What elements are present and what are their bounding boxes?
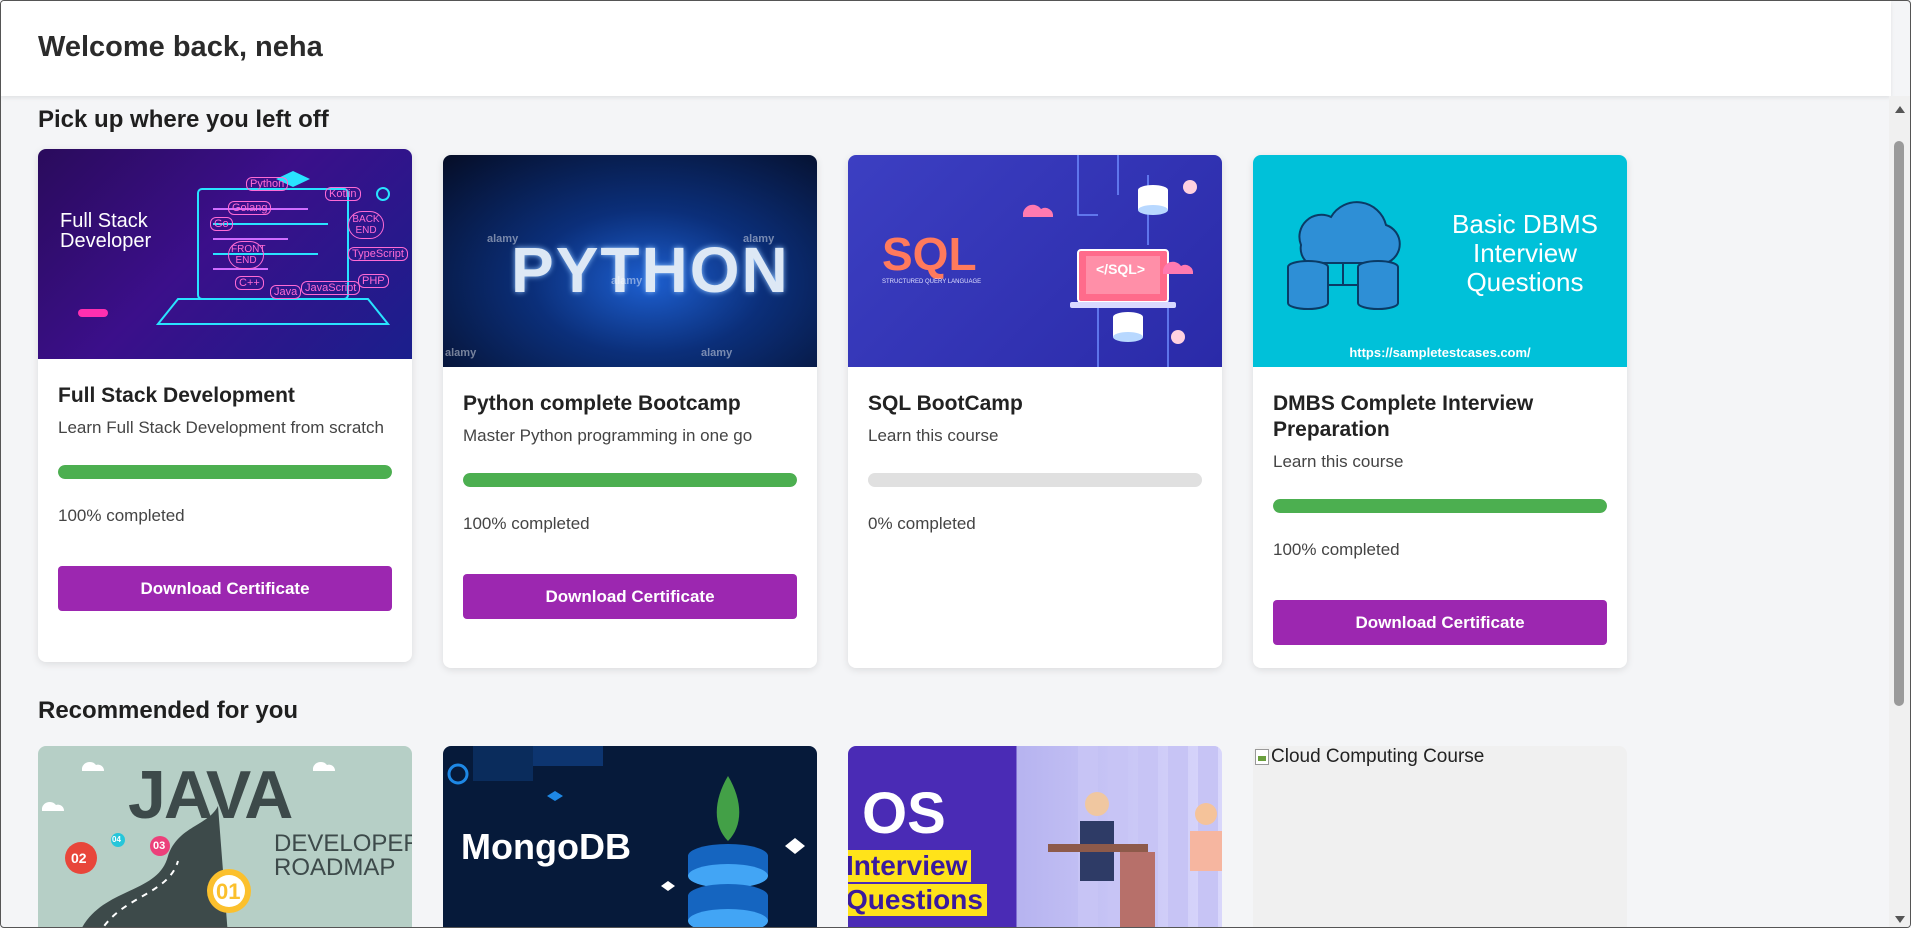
thumb-sub-line: Questions — [848, 884, 987, 916]
vertical-scrollbar[interactable] — [1889, 96, 1910, 927]
recommended-card-mongodb[interactable]: MongoDB — [443, 746, 817, 927]
thumb-heading-line: Questions — [1466, 267, 1584, 297]
roadmap-marker: 02 — [71, 850, 87, 866]
thumb-sub-line: ROADMAP — [274, 854, 396, 881]
app-window: Welcome back, neha Pick up where you lef… — [0, 0, 1911, 928]
progress-fill — [463, 473, 797, 487]
download-certificate-button[interactable]: Download Certificate — [463, 574, 797, 619]
download-certificate-button[interactable]: Download Certificate — [58, 566, 392, 611]
tag: Python — [246, 177, 289, 191]
course-description: Learn this course — [1273, 452, 1404, 471]
thumb-heading-line: Interview — [1472, 238, 1578, 268]
image-alt-text: Cloud Computing Course — [1271, 746, 1485, 767]
roadmap-marker: 01 — [216, 879, 241, 904]
progress-label: 100% completed — [58, 506, 185, 525]
tag: PHP — [358, 274, 389, 288]
card-body: SQL BootCamp Learn this course 0% comple… — [848, 391, 1222, 534]
screen-text: </SQL> — [1096, 261, 1146, 277]
tag: FRONT END — [228, 241, 265, 269]
broken-image-icon — [1255, 749, 1269, 765]
tag: Go — [210, 217, 233, 231]
progress-bar — [463, 473, 797, 487]
thumb-word: MongoDB — [461, 826, 631, 867]
watermark: alamy — [487, 233, 519, 245]
tag: JavaScript — [301, 281, 361, 295]
progress-label: 100% completed — [1273, 540, 1400, 559]
recommended-card-cloud[interactable]: Cloud Computing Course — [1253, 746, 1627, 927]
thumb-sub-line: DEVELOPER — [274, 830, 412, 857]
course-description: Master Python programming in one go — [463, 426, 753, 445]
watermark: alamy — [743, 233, 775, 245]
card-body: DMBS Complete Interview Preparation Lear… — [1253, 391, 1627, 645]
course-thumbnail-dbms: Basic DBMS Interview Questions https://s… — [1253, 155, 1627, 367]
progress-bar — [868, 473, 1202, 487]
sql-illustration — [1023, 155, 1197, 367]
course-description: Learn this course — [868, 426, 999, 445]
broken-image: Cloud Computing Course — [1253, 746, 1486, 768]
course-thumbnail-full-stack: Full Stack Developer Python Golang Kotli… — [38, 149, 412, 359]
progress-label: 100% completed — [463, 514, 590, 533]
progress-label: 0% completed — [868, 514, 976, 533]
thumb-sub-line: Interview — [848, 850, 972, 882]
watermark: alamy — [445, 347, 477, 359]
course-card-dbms[interactable]: Basic DBMS Interview Questions https://s… — [1253, 155, 1627, 668]
tag: Golang — [228, 201, 272, 215]
thumb-heading-line: Basic DBMS — [1452, 209, 1598, 239]
welcome-heading: Welcome back, neha — [38, 31, 323, 63]
thumb-url: https://sampletestcases.com/ — [1349, 345, 1531, 360]
main-content: Pick up where you left off Full Stack De… — [1, 96, 1891, 927]
recommended-title: Recommended for you — [38, 697, 299, 724]
tag: Java — [270, 285, 302, 299]
course-thumbnail-python: PYTHON alamy alamy alamy alamy alamy — [443, 155, 817, 367]
roadmap-marker: 04 — [112, 835, 121, 844]
download-certificate-button[interactable]: Download Certificate — [1273, 600, 1607, 645]
card-body: Python complete Bootcamp Master Python p… — [443, 391, 817, 619]
top-bar: Welcome back, neha — [1, 1, 1891, 96]
course-title: DMBS Complete Interview Preparation — [1273, 392, 1534, 441]
course-description: Learn Full Stack Development from scratc… — [58, 418, 384, 437]
progress-fill — [1273, 499, 1607, 513]
course-card-sql[interactable]: SQL STRUCTURED QUERY LANGUAGE </SQL> SQL… — [848, 155, 1222, 668]
course-title: SQL BootCamp — [868, 392, 1023, 415]
continue-learning-title: Pick up where you left off — [38, 106, 329, 133]
tag: Kotlin — [325, 187, 361, 201]
course-card-python[interactable]: PYTHON alamy alamy alamy alamy alamy Pyt… — [443, 155, 817, 668]
thumb-word: OS — [862, 781, 946, 846]
course-card-full-stack[interactable]: Full Stack Developer Python Golang Kotli… — [38, 149, 412, 662]
tag: BACK END — [348, 211, 384, 239]
scrollbar-thumb[interactable] — [1894, 141, 1904, 706]
course-title: Full Stack Development — [58, 384, 295, 407]
course-title: Python complete Bootcamp — [463, 392, 741, 415]
recommended-card-os[interactable]: OS Interview Questions — [848, 746, 1222, 927]
recommended-card-java[interactable]: JAVA DEVELOPER ROADMAP 02 04 03 01 — [38, 746, 412, 927]
scroll-down-icon[interactable] — [1895, 916, 1905, 923]
tag: TypeScript — [348, 247, 408, 261]
tag: C++ — [235, 276, 264, 290]
progress-fill — [58, 465, 392, 479]
roadmap-marker: 03 — [153, 840, 166, 852]
watermark: alamy — [701, 347, 733, 359]
thumb-heading-line: Full Stack — [60, 210, 148, 232]
thumb-heading-line: Developer — [60, 230, 152, 252]
progress-bar — [58, 465, 392, 479]
card-body: Full Stack Development Learn Full Stack … — [38, 383, 412, 611]
course-thumbnail-sql: SQL STRUCTURED QUERY LANGUAGE </SQL> — [848, 155, 1222, 367]
watermark: alamy — [611, 275, 643, 287]
scroll-up-icon[interactable] — [1895, 106, 1905, 113]
thumb-word: JAVA — [128, 757, 293, 833]
progress-bar — [1273, 499, 1607, 513]
